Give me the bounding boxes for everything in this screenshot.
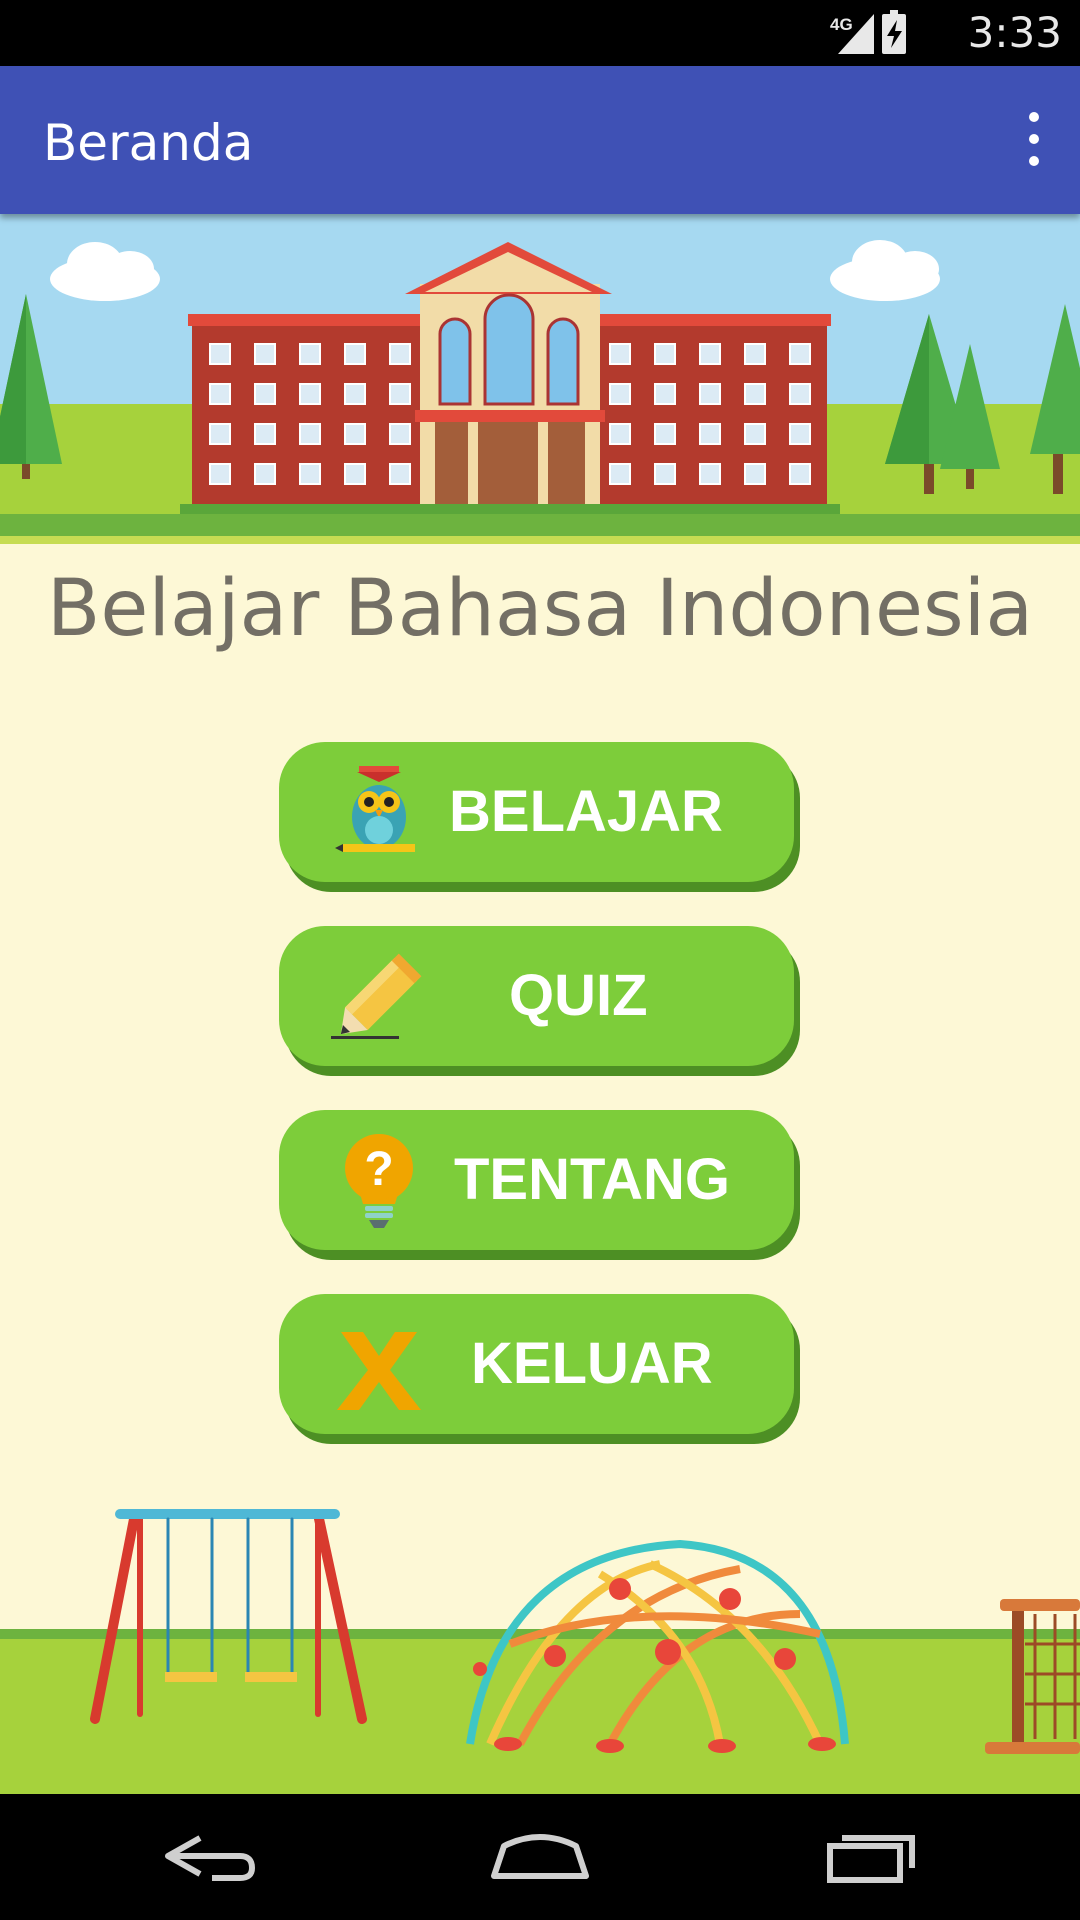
- belajar-button[interactable]: BELAJAR: [279, 742, 794, 882]
- x-icon: [337, 1332, 421, 1410]
- belajar-label: BELAJAR: [449, 779, 723, 844]
- app-bar: Beranda: [0, 66, 1080, 214]
- question-bulb-icon: ?: [345, 1134, 413, 1228]
- pencil-icon: [331, 953, 422, 1039]
- school-illustration: [0, 214, 1080, 544]
- svg-text:?: ?: [364, 1143, 393, 1196]
- main-content: Belajar Bahasa Indonesia BELAJAR QUIZ ? …: [0, 214, 1080, 1794]
- back-icon[interactable]: [140, 1816, 280, 1898]
- signal-icon: 4G: [830, 10, 906, 54]
- quiz-label: QUIZ: [509, 963, 648, 1028]
- recents-icon[interactable]: [800, 1816, 940, 1898]
- status-time: 3:33: [967, 8, 1062, 57]
- tentang-label: TENTANG: [454, 1147, 731, 1212]
- quiz-button[interactable]: QUIZ: [279, 926, 794, 1066]
- playground-illustration: [0, 1509, 1080, 1794]
- status-bar: 4G 3:33: [0, 0, 1080, 66]
- page-title: Belajar Bahasa Indonesia: [46, 564, 1034, 654]
- app-bar-title: Beranda: [43, 114, 254, 172]
- keluar-label: KELUAR: [471, 1331, 713, 1396]
- navigation-bar: [0, 1794, 1080, 1920]
- tentang-button[interactable]: ? TENTANG: [279, 1110, 794, 1250]
- more-vert-icon[interactable]: [998, 100, 1068, 180]
- svg-text:4G: 4G: [830, 15, 853, 34]
- keluar-button[interactable]: KELUAR: [279, 1294, 794, 1434]
- home-icon[interactable]: [470, 1816, 610, 1898]
- owl-icon: [335, 766, 415, 852]
